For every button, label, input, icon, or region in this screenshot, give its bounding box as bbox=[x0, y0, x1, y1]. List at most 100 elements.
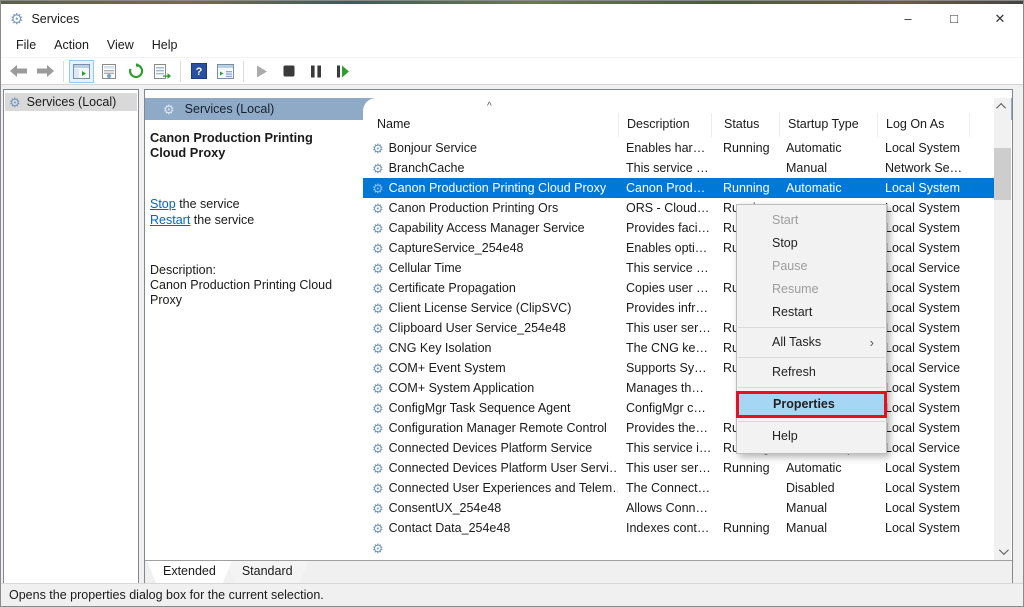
column-header[interactable] bbox=[969, 113, 994, 137]
column-header[interactable]: Description bbox=[618, 113, 711, 137]
refresh-icon[interactable] bbox=[123, 60, 148, 83]
service-logon-as: Local System bbox=[877, 421, 969, 435]
service-gear-icon: ⚙ bbox=[372, 322, 384, 335]
maximize-button[interactable]: □ bbox=[931, 4, 977, 33]
column-header-row: NameDescriptionStatusStartup TypeLog On … bbox=[363, 113, 994, 137]
column-header[interactable]: Log On As bbox=[877, 113, 969, 137]
service-logon-as: Local Service bbox=[877, 361, 969, 375]
table-row[interactable]: ⚙Certificate Propagation Copies user … R… bbox=[363, 278, 994, 298]
table-row[interactable]: ⚙Configuration Manager Remote Control Pr… bbox=[363, 418, 994, 438]
context-menu-item[interactable] bbox=[738, 357, 885, 358]
properties-sheet-icon[interactable] bbox=[96, 60, 121, 83]
scroll-down-icon[interactable] bbox=[994, 543, 1011, 560]
service-logon-as: Local System bbox=[877, 201, 969, 215]
table-row[interactable]: ⚙Bonjour Service Enables har… Running Au… bbox=[363, 138, 994, 158]
scrollbar-thumb[interactable] bbox=[994, 148, 1011, 200]
service-description: This user ser… bbox=[618, 321, 711, 335]
service-description: Supports Sy… bbox=[618, 361, 711, 375]
tree-item-services-local[interactable]: ⚙ Services (Local) bbox=[5, 93, 137, 111]
stop-service-line: Stop the service bbox=[150, 196, 351, 212]
restart-service-icon[interactable] bbox=[330, 60, 355, 83]
service-startup-type: Automatic bbox=[779, 141, 877, 155]
stop-service-link[interactable]: Stop bbox=[150, 197, 176, 211]
table-row[interactable]: ⚙CNG Key Isolation The CNG ke… Running L… bbox=[363, 338, 994, 358]
back-icon[interactable] bbox=[6, 60, 31, 83]
service-logon-as: Local System bbox=[877, 461, 969, 475]
export-list-icon[interactable] bbox=[150, 60, 175, 83]
table-row[interactable]: ⚙Contact Data_254e48 Indexes cont… Runni… bbox=[363, 518, 994, 538]
show-hide-panes-icon[interactable] bbox=[213, 60, 238, 83]
title-bar: ⚙ Services – □ ✕ bbox=[1, 4, 1023, 33]
scroll-up-icon[interactable] bbox=[994, 98, 1011, 115]
forward-icon[interactable] bbox=[33, 60, 58, 83]
context-menu-item[interactable] bbox=[738, 327, 885, 328]
service-name: Canon Production Printing Cloud Proxy bbox=[389, 181, 606, 195]
service-description: This service i… bbox=[618, 441, 711, 455]
menu-bar-item[interactable]: File bbox=[7, 35, 45, 55]
table-row[interactable]: ⚙ bbox=[363, 538, 994, 558]
service-description: ConfigMgr c… bbox=[618, 401, 711, 415]
table-row[interactable]: ⚙ConsentUX_254e48 Allows Conn… Manual Lo… bbox=[363, 498, 994, 518]
column-header[interactable]: Startup Type bbox=[779, 113, 877, 137]
table-row[interactable]: ⚙Connected User Experiences and Telem… T… bbox=[363, 478, 994, 498]
table-row[interactable]: ⚙Canon Production Printing Ors ORS - Clo… bbox=[363, 198, 994, 218]
show-console-tree-icon[interactable] bbox=[69, 60, 94, 83]
context-menu-item[interactable]: All Tasks› bbox=[737, 331, 886, 354]
service-gear-icon: ⚙ bbox=[372, 542, 384, 555]
service-name: Configuration Manager Remote Control bbox=[389, 421, 607, 435]
table-row[interactable]: ⚙Connected Devices Platform User Servi… … bbox=[363, 458, 994, 478]
context-menu-item[interactable] bbox=[738, 421, 885, 422]
service-logon-as: Local System bbox=[877, 321, 969, 335]
table-row[interactable]: ⚙Capability Access Manager Service Provi… bbox=[363, 218, 994, 238]
description-label: Description: bbox=[150, 263, 351, 278]
status-bar: Opens the properties dialog box for the … bbox=[1, 583, 1023, 606]
toolbar-separator bbox=[243, 61, 244, 82]
table-row[interactable]: ⚙Client License Service (ClipSVC) Provid… bbox=[363, 298, 994, 318]
context-menu-item[interactable]: Stop bbox=[737, 232, 886, 255]
table-row[interactable]: ⚙ConfigMgr Task Sequence Agent ConfigMgr… bbox=[363, 398, 994, 418]
service-gear-icon: ⚙ bbox=[372, 282, 384, 295]
description-text: Canon Production Printing Cloud Proxy bbox=[150, 278, 351, 308]
service-name: Certificate Propagation bbox=[389, 281, 516, 295]
column-header[interactable]: Status bbox=[711, 113, 779, 137]
close-button[interactable]: ✕ bbox=[977, 4, 1023, 33]
service-gear-icon: ⚙ bbox=[372, 462, 384, 475]
table-row[interactable]: ⚙COM+ Event System Supports Sy… Running … bbox=[363, 358, 994, 378]
service-startup-type: Manual bbox=[779, 521, 877, 535]
context-menu-item[interactable]: Help bbox=[737, 425, 886, 448]
column-header[interactable]: Name bbox=[363, 113, 618, 137]
table-row[interactable]: ⚙BranchCache This service … Manual Netwo… bbox=[363, 158, 994, 178]
table-row[interactable]: ⚙CaptureService_254e48 Enables opti… Run… bbox=[363, 238, 994, 258]
table-row[interactable]: ⚙Connected Devices Platform Service This… bbox=[363, 438, 994, 458]
sort-ascending-icon: ^ bbox=[487, 101, 492, 112]
restart-service-link[interactable]: Restart bbox=[150, 213, 190, 227]
service-name: BranchCache bbox=[389, 161, 465, 175]
minimize-button[interactable]: – bbox=[885, 4, 931, 33]
service-logon-as: Local System bbox=[877, 521, 969, 535]
table-row[interactable]: ⚙Clipboard User Service_254e48 This user… bbox=[363, 318, 994, 338]
pause-service-icon[interactable] bbox=[303, 60, 328, 83]
services-header-icon: ⚙ bbox=[163, 103, 175, 116]
view-tab[interactable]: Extended bbox=[147, 561, 232, 583]
window-title: Services bbox=[31, 12, 79, 26]
menu-bar-item[interactable]: Help bbox=[143, 35, 187, 55]
help-icon[interactable]: ? bbox=[186, 60, 211, 83]
context-menu-item[interactable]: Properties bbox=[736, 391, 887, 418]
table-row[interactable]: ⚙Cellular Time This service … Local Serv… bbox=[363, 258, 994, 278]
table-row[interactable]: ⚙COM+ System Application Manages th… Loc… bbox=[363, 378, 994, 398]
menu-bar-item[interactable]: Action bbox=[45, 35, 98, 55]
table-row[interactable]: ⚙Canon Production Printing Cloud Proxy C… bbox=[363, 178, 994, 198]
toolbar: ? bbox=[1, 58, 1023, 85]
menu-bar-item[interactable]: View bbox=[98, 35, 143, 55]
context-menu-item[interactable] bbox=[738, 387, 885, 388]
stop-service-icon[interactable] bbox=[276, 60, 301, 83]
service-description: Enables har… bbox=[618, 141, 711, 155]
view-tab[interactable]: Standard bbox=[226, 561, 309, 583]
service-gear-icon: ⚙ bbox=[372, 302, 384, 315]
start-service-icon[interactable] bbox=[249, 60, 274, 83]
context-menu-item[interactable]: Refresh bbox=[737, 361, 886, 384]
service-logon-as: Local System bbox=[877, 141, 969, 155]
vertical-scrollbar[interactable] bbox=[994, 98, 1011, 560]
context-menu-item[interactable]: Restart bbox=[737, 301, 886, 324]
service-rows: ⚙Bonjour Service Enables har… Running Au… bbox=[363, 138, 994, 560]
